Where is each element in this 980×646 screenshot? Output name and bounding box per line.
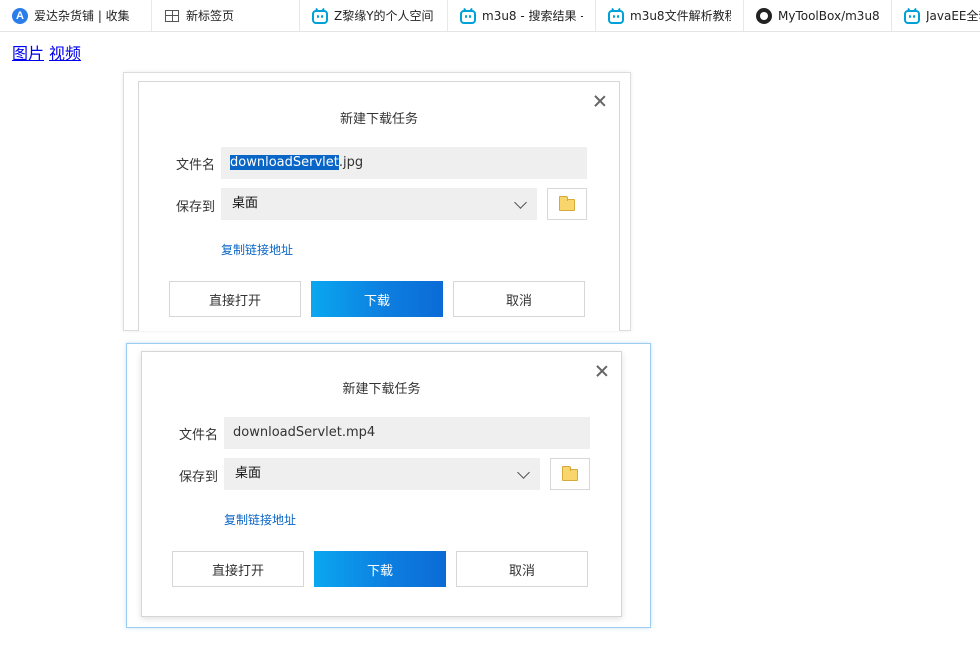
- github-icon: [756, 7, 772, 24]
- copy-link-address[interactable]: 复制链接地址: [221, 241, 293, 258]
- filename-field[interactable]: downloadServlet.jpg: [221, 147, 587, 179]
- bookmark-label: JavaEE全套: [926, 9, 980, 23]
- filename-extension: .jpg: [338, 155, 364, 170]
- bookmark-label: MyToolBox/m3u8: [778, 8, 879, 23]
- new-tab-grid-icon: [164, 8, 180, 24]
- save-to-select[interactable]: 桌面: [221, 188, 537, 220]
- video-link[interactable]: 视频: [49, 44, 81, 63]
- filename-label: 文件名: [179, 428, 219, 443]
- filename-selected-text: downloadServlet: [230, 155, 339, 170]
- cancel-button[interactable]: 取消: [453, 281, 585, 317]
- image-link[interactable]: 图片: [12, 44, 44, 63]
- bookmark-m3u8-search[interactable]: m3u8 - 搜索结果 -: [448, 0, 596, 31]
- copy-link-address[interactable]: 复制链接地址: [224, 511, 296, 528]
- dialog-title: 新建下载任务: [342, 382, 421, 397]
- filename-field[interactable]: downloadServlet.mp4: [224, 417, 590, 449]
- save-to-value: 桌面: [232, 196, 259, 211]
- download-button[interactable]: 下载: [314, 551, 446, 587]
- save-to-select[interactable]: 桌面: [224, 458, 540, 490]
- chevron-down-icon: [517, 466, 530, 479]
- save-to-label: 保存到: [179, 470, 219, 485]
- aida-a-icon: A: [12, 7, 28, 24]
- save-to-value: 桌面: [235, 466, 262, 481]
- close-icon[interactable]: [593, 362, 611, 380]
- bookmark-label: 爱达杂货铺 | 收集: [34, 9, 130, 23]
- save-to-label: 保存到: [176, 200, 216, 215]
- close-icon[interactable]: [591, 92, 609, 110]
- page-links: 图片 视频: [12, 40, 86, 64]
- folder-icon: [562, 466, 578, 481]
- bookmark-label: Z黎缘Y的个人空间: [334, 9, 434, 23]
- download-button[interactable]: 下载: [311, 281, 443, 317]
- bookmark-label: m3u8文件解析教程: [630, 9, 731, 23]
- bilibili-icon: [312, 7, 328, 24]
- bilibili-icon: [904, 7, 920, 24]
- open-directly-button[interactable]: 直接打开: [172, 551, 304, 587]
- bookmark-javaee[interactable]: JavaEE全套: [892, 0, 980, 31]
- download-dialog-image-frame: 新建下载任务 文件名 downloadServlet.jpg 保存到 桌面 复制…: [123, 72, 631, 331]
- bilibili-icon: [460, 7, 476, 24]
- dialog-title: 新建下载任务: [339, 112, 418, 127]
- bookmark-m3u8-tutorial[interactable]: m3u8文件解析教程: [596, 0, 744, 31]
- download-dialog: 新建下载任务 文件名 downloadServlet.jpg 保存到 桌面 复制…: [138, 81, 620, 331]
- bookmarks-bar: A 爱达杂货铺 | 收集 新标签页 Z黎缘Y的个人空间 m3u8 - 搜索结果 …: [0, 0, 980, 32]
- download-dialog-video-frame: 新建下载任务 文件名 downloadServlet.mp4 保存到 桌面 复制…: [126, 343, 651, 628]
- bookmark-aida[interactable]: A 爱达杂货铺 | 收集: [0, 0, 152, 31]
- chevron-down-icon: [514, 196, 527, 209]
- folder-icon: [559, 196, 575, 211]
- browse-folder-button[interactable]: [547, 188, 587, 220]
- bookmark-label: m3u8 - 搜索结果 -: [482, 9, 583, 23]
- bookmark-bilibili-space[interactable]: Z黎缘Y的个人空间: [300, 0, 448, 31]
- download-dialog: 新建下载任务 文件名 downloadServlet.mp4 保存到 桌面 复制…: [141, 351, 622, 617]
- bilibili-icon: [608, 7, 624, 24]
- cancel-button[interactable]: 取消: [456, 551, 588, 587]
- filename-label: 文件名: [176, 158, 216, 173]
- bookmark-label: 新标签页: [186, 9, 235, 23]
- bookmark-github-mytoolbox[interactable]: MyToolBox/m3u8: [744, 0, 892, 31]
- bookmark-new-tab[interactable]: 新标签页: [152, 0, 300, 31]
- open-directly-button[interactable]: 直接打开: [169, 281, 301, 317]
- browse-folder-button[interactable]: [550, 458, 590, 490]
